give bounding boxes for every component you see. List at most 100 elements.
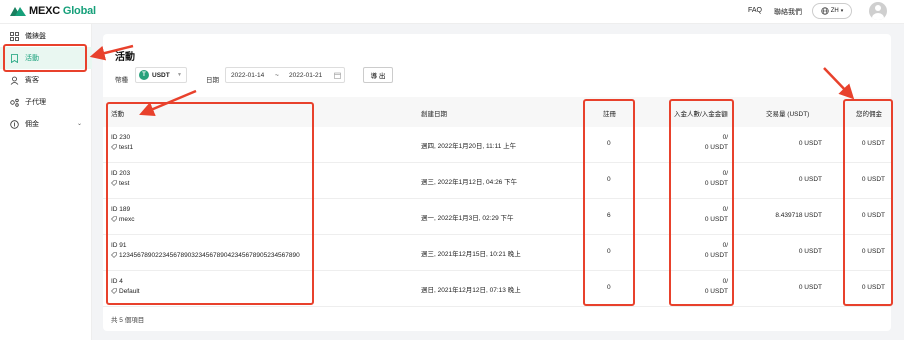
activity-name: mexc bbox=[111, 216, 135, 223]
sidebar-item-dashboard[interactable]: 儀錶盤 bbox=[0, 25, 92, 47]
chevron-down-icon: ⌄ bbox=[76, 121, 82, 127]
currency-value: USDT bbox=[152, 71, 170, 79]
table-row[interactable]: ID 4 Default 週日, 2021年12月12日, 07:13 晚上 0… bbox=[103, 271, 891, 307]
registrations: 0 bbox=[607, 176, 611, 183]
globe-icon bbox=[821, 7, 829, 15]
activity-id: ID 203 bbox=[111, 170, 131, 177]
sidebar: 儀錶盤 活動 賓客 子代理 佣金 ⌄ bbox=[0, 24, 92, 340]
faq-link[interactable]: FAQ bbox=[748, 7, 762, 14]
contact-link[interactable]: 聯絡我們 bbox=[774, 7, 802, 17]
avatar[interactable] bbox=[869, 2, 887, 20]
created-date: 週三, 2021年12月15日, 10:21 晚上 bbox=[421, 251, 521, 258]
calendar-icon bbox=[334, 72, 341, 79]
registrations: 0 bbox=[607, 248, 611, 255]
brand-name: MEXC Global bbox=[29, 5, 96, 17]
activity-name: test bbox=[111, 180, 129, 187]
column-header-volume: 交易量 (USDT) bbox=[766, 111, 810, 118]
top-header: MEXC Global FAQ 聯絡我們 ZH ▾ bbox=[0, 0, 904, 24]
deposit-count: 0/ bbox=[722, 170, 728, 177]
date-label: 日期 bbox=[206, 77, 219, 84]
date-separator: ~ bbox=[275, 72, 279, 79]
deposit-amount: 0 USDT bbox=[704, 216, 728, 223]
sidebar-item-label: 佣金 bbox=[25, 121, 39, 128]
trade-volume: 8.439718 USDT bbox=[775, 212, 822, 219]
trade-volume: 0 USDT bbox=[798, 140, 822, 147]
language-selector[interactable]: ZH ▾ bbox=[812, 3, 852, 19]
guest-icon bbox=[10, 76, 19, 85]
sidebar-item-label: 活動 bbox=[25, 55, 39, 62]
column-header-created: 創建日期 bbox=[421, 111, 447, 118]
activity-id: ID 189 bbox=[111, 206, 131, 213]
commission-icon bbox=[10, 119, 19, 129]
total-count: 共 5 個項目 bbox=[111, 317, 145, 324]
table-row[interactable]: ID 230 test1 週四, 2022年1月20日, 11:11 上午 0 … bbox=[103, 127, 891, 163]
created-date: 週一, 2022年1月3日, 02:29 下午 bbox=[421, 215, 514, 222]
tag-icon bbox=[111, 216, 117, 222]
activity-id: ID 91 bbox=[111, 242, 127, 249]
activity-name: Default bbox=[111, 288, 140, 295]
trade-volume: 0 USDT bbox=[798, 284, 822, 291]
trade-volume: 0 USDT bbox=[798, 248, 822, 255]
page-title: 活動 bbox=[115, 52, 135, 63]
tag-icon bbox=[111, 288, 117, 294]
column-header-commission: 您的佣金 bbox=[856, 111, 882, 118]
currency-label: 幣種 bbox=[115, 77, 128, 84]
date-end[interactable]: 2022-01-21 bbox=[289, 72, 322, 79]
table-row[interactable]: ID 203 test 週三, 2022年1月12日, 04:26 下午 0 0… bbox=[103, 163, 891, 199]
tag-icon bbox=[111, 144, 117, 150]
commission: 0 USDT bbox=[861, 176, 885, 183]
sidebar-item-sub-agents[interactable]: 子代理 bbox=[0, 91, 92, 113]
deposit-amount: 0 USDT bbox=[704, 180, 728, 187]
created-date: 週三, 2022年1月12日, 04:26 下午 bbox=[421, 179, 518, 186]
mexc-logo-icon bbox=[10, 7, 26, 16]
export-button[interactable]: 導 出 bbox=[363, 67, 393, 83]
chevron-down-icon: ▾ bbox=[840, 8, 844, 14]
deposit-count: 0/ bbox=[722, 206, 728, 213]
sidebar-item-activity[interactable]: 活動 bbox=[0, 47, 92, 69]
deposit-amount: 0 USDT bbox=[704, 288, 728, 295]
table-header: 活動 創建日期 註冊 入金人數/入金金額 交易量 (USDT) 您的佣金 bbox=[103, 97, 891, 127]
sidebar-item-label: 儀錶盤 bbox=[25, 33, 46, 40]
language-label: ZH bbox=[830, 8, 839, 14]
commission: 0 USDT bbox=[861, 212, 885, 219]
deposit-amount: 0 USDT bbox=[704, 144, 728, 151]
registrations: 0 bbox=[607, 284, 611, 291]
bookmark-icon bbox=[10, 53, 19, 63]
table-row[interactable]: ID 91 1234567890223456789032345678904234… bbox=[103, 235, 891, 271]
deposit-count: 0/ bbox=[722, 278, 728, 285]
deposit-count: 0/ bbox=[722, 242, 728, 249]
currency-select[interactable]: T USDT ▼ bbox=[135, 67, 187, 83]
created-date: 週日, 2021年12月12日, 07:13 晚上 bbox=[421, 287, 521, 294]
usdt-icon: T bbox=[139, 70, 149, 80]
registrations: 0 bbox=[607, 140, 611, 147]
commission: 0 USDT bbox=[861, 248, 885, 255]
tag-icon bbox=[111, 252, 117, 258]
column-header-deposits: 入金人數/入金金額 bbox=[674, 111, 728, 118]
column-header-registrations: 註冊 bbox=[603, 111, 616, 118]
commission: 0 USDT bbox=[861, 140, 885, 147]
sidebar-item-label: 賓客 bbox=[25, 77, 39, 84]
registrations: 6 bbox=[607, 212, 611, 219]
sidebar-item-label: 子代理 bbox=[25, 99, 46, 106]
brand-logo[interactable]: MEXC Global bbox=[10, 4, 96, 18]
deposit-amount: 0 USDT bbox=[704, 252, 728, 259]
activity-name: test1 bbox=[111, 144, 133, 151]
table-row[interactable]: ID 189 mexc 週一, 2022年1月3日, 02:29 下午 6 0/… bbox=[103, 199, 891, 235]
date-start[interactable]: 2022-01-14 bbox=[231, 72, 264, 79]
sub-agent-icon bbox=[10, 98, 19, 107]
activity-id: ID 230 bbox=[111, 134, 131, 141]
commission: 0 USDT bbox=[861, 284, 885, 291]
activity-name: 1234567890223456789032345678904234567890… bbox=[111, 252, 300, 259]
chevron-down-icon: ▼ bbox=[177, 72, 182, 78]
column-header-activity: 活動 bbox=[111, 111, 124, 118]
date-range-picker[interactable]: 2022-01-14 ~ 2022-01-21 bbox=[225, 67, 345, 83]
activity-id: ID 4 bbox=[111, 278, 123, 285]
deposit-count: 0/ bbox=[722, 134, 728, 141]
sidebar-item-guests[interactable]: 賓客 bbox=[0, 69, 92, 91]
activity-panel: 活動 幣種 T USDT ▼ 日期 2022-01-14 ~ 2022-01-2… bbox=[103, 34, 891, 331]
tag-icon bbox=[111, 180, 117, 186]
trade-volume: 0 USDT bbox=[798, 176, 822, 183]
dashboard-icon bbox=[10, 31, 19, 41]
sidebar-item-commission[interactable]: 佣金 ⌄ bbox=[0, 113, 92, 135]
created-date: 週四, 2022年1月20日, 11:11 上午 bbox=[421, 143, 517, 150]
